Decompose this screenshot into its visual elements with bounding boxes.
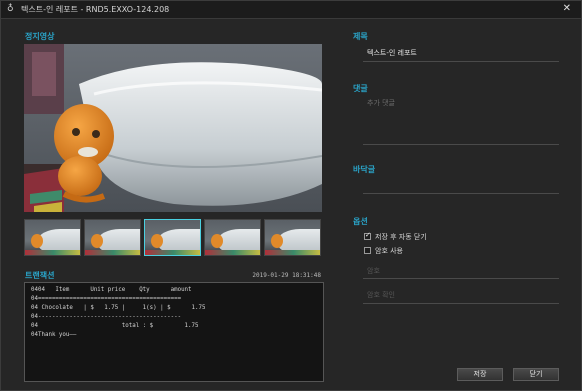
save-button[interactable]: 저장	[457, 368, 503, 381]
thumbnail[interactable]	[84, 219, 141, 256]
password-field-underline	[363, 278, 559, 279]
still-image	[24, 44, 322, 212]
password-confirm-field-underline	[363, 303, 559, 304]
password-checkbox[interactable]	[364, 247, 371, 254]
window-title: 텍스트-인 레포트 - RND5.EXXO-124.208	[21, 5, 170, 14]
thumbnail-selected[interactable]	[144, 219, 201, 256]
password-confirm-field[interactable]: 암호 확인	[367, 290, 395, 300]
title-field[interactable]: 텍스트-인 레포트	[367, 48, 417, 58]
footer-label: 바닥글	[353, 165, 376, 174]
footer-field-underline[interactable]	[363, 193, 559, 194]
title-label: 제목	[353, 32, 368, 41]
title-field-underline	[363, 61, 559, 62]
password-label: 암호 사용	[375, 247, 403, 255]
autoclose-checkbox[interactable]	[364, 231, 371, 240]
options-label: 옵션	[353, 217, 368, 226]
thumbnail[interactable]	[264, 219, 321, 256]
still-image-graphic	[24, 44, 322, 212]
thumbnail[interactable]	[24, 219, 81, 256]
transaction-heading: 트랜잭션	[25, 271, 55, 280]
close-button[interactable]: 닫기	[513, 368, 559, 381]
thumbnail[interactable]	[204, 219, 261, 256]
title-bar[interactable]: ♁ 텍스트-인 레포트 - RND5.EXXO-124.208 ✕	[1, 1, 581, 19]
thumbnail-strip	[24, 219, 322, 258]
comment-field-underline	[363, 144, 559, 145]
receipt-line: 0404 Item Unit price Qty amount	[31, 287, 192, 293]
transaction-timestamp: 2019-01-29 18:31:48	[252, 272, 321, 279]
app-icon: ♁	[7, 4, 14, 14]
receipt-line: 04 Chocolate | $ 1.75 | 1(s) | $ 1.75	[31, 305, 206, 311]
receipt-line: 04======================================…	[31, 296, 182, 302]
still-video-heading: 정지영상	[25, 32, 55, 41]
close-icon[interactable]: ✕	[563, 3, 571, 15]
autoclose-label: 저장 후 자동 닫기	[375, 233, 427, 241]
comment-label: 댓글	[353, 84, 368, 93]
report-window: ♁ 텍스트-인 레포트 - RND5.EXXO-124.208 ✕ 정지영상 트…	[0, 0, 582, 391]
receipt-line: 04Thank you——	[31, 332, 77, 338]
comment-field[interactable]: 추가 댓글	[367, 98, 395, 108]
transaction-receipt: 0404 Item Unit price Qty amount 04=======…	[24, 282, 324, 382]
receipt-line: 04 total : $ 1.75	[31, 323, 199, 329]
password-field[interactable]: 암호	[367, 266, 380, 276]
receipt-line: 04--------------------------------------…	[31, 314, 182, 320]
